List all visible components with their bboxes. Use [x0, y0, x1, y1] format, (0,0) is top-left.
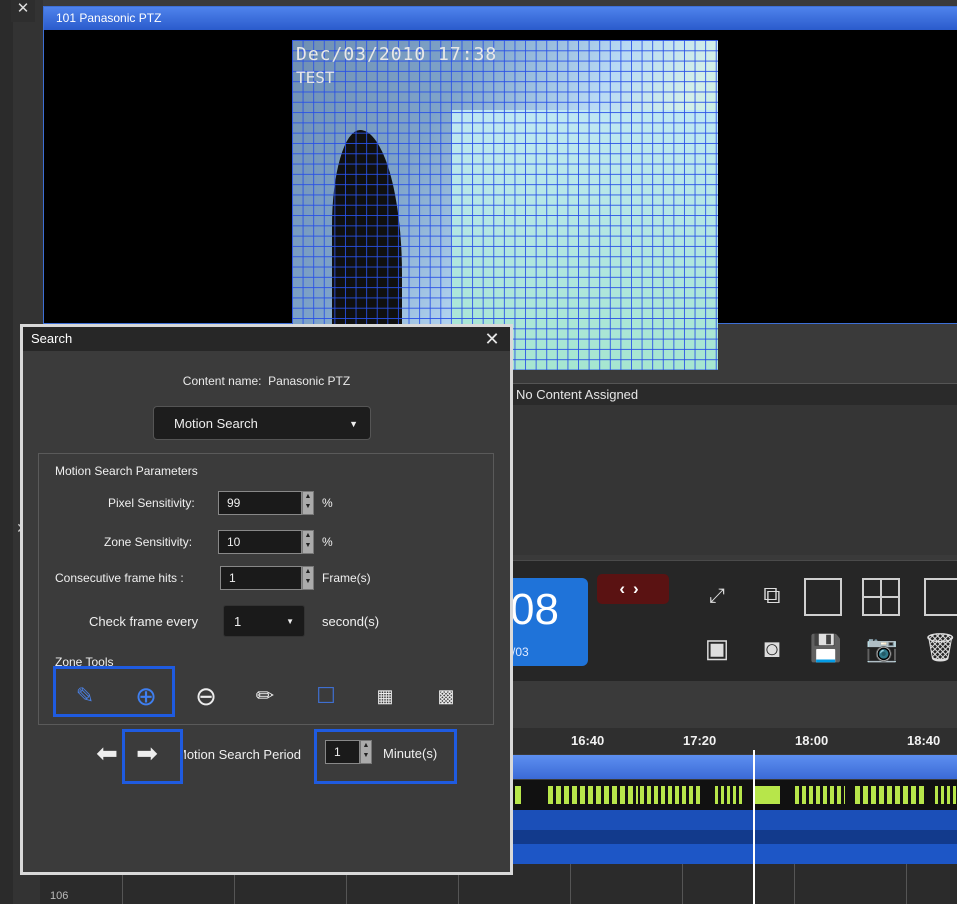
zone-unit: % — [322, 535, 333, 549]
trash-icon[interactable]: 🗑 — [920, 628, 957, 668]
params-title: Motion Search Parameters — [55, 464, 198, 478]
search-type-value: Motion Search — [174, 416, 258, 431]
timeline-cursor[interactable] — [753, 750, 755, 904]
add-zone-icon[interactable]: ⊕ — [130, 680, 162, 712]
chevron-down-icon: ▼ — [349, 419, 358, 429]
content-name: Content name: Panasonic PTZ — [0, 374, 533, 388]
pixel-sensitivity-label: Pixel Sensitivity: — [108, 496, 195, 510]
layout-1x1-icon[interactable] — [804, 578, 842, 616]
second-view-title: No Content Assigned — [510, 383, 957, 405]
pixel-unit: % — [322, 496, 333, 510]
close-icon[interactable]: ✕ — [480, 327, 504, 351]
check-frame-dropdown[interactable]: 1 ▼ — [223, 605, 305, 637]
content-name-value: Panasonic PTZ — [268, 374, 351, 388]
layout-2x2-icon[interactable] — [862, 578, 900, 616]
zone-sensitivity-stepper[interactable]: ▲ ▼ — [302, 530, 314, 554]
timeline-tick: 17:20 — [683, 733, 717, 748]
remove-zone-icon[interactable]: ⊖ — [190, 680, 222, 712]
timeline-tick: 18:40 — [907, 733, 941, 748]
grid-line — [682, 864, 683, 904]
clock-date: /03 — [512, 645, 529, 659]
timeline-track[interactable] — [510, 830, 957, 844]
check-frame-unit: second(s) — [322, 614, 380, 629]
fill-grid-icon[interactable]: ▩ — [430, 680, 462, 712]
grid-line — [570, 864, 571, 904]
video-frame[interactable] — [292, 40, 718, 370]
period-stepper[interactable]: ▲ ▼ — [360, 740, 372, 764]
zone-sensitivity-label: Zone Sensitivity: — [104, 535, 193, 549]
period-label: Motion Search Period — [176, 747, 302, 762]
period-unit: Minute(s) — [383, 746, 438, 761]
grid-line — [906, 864, 907, 904]
period-input[interactable]: 1 — [325, 740, 360, 764]
check-frame-label: Check frame every — [89, 614, 199, 629]
second-view[interactable] — [510, 405, 957, 555]
draw-zone-icon[interactable]: ✎ — [69, 680, 101, 712]
osd-label: TEST — [296, 68, 335, 87]
consecutive-unit: Frame(s) — [322, 571, 371, 585]
arrow-left-icon[interactable]: ⬅ — [92, 738, 122, 768]
select-rect-icon[interactable]: ☐ — [310, 680, 342, 712]
invert-grid-icon[interactable]: ▦ — [369, 680, 401, 712]
arrow-right-icon[interactable]: ➡ — [132, 738, 162, 768]
left-strip — [0, 0, 14, 904]
consecutive-input[interactable]: 1 — [220, 566, 302, 590]
camera-title: 101 Panasonic PTZ — [44, 7, 957, 30]
film-icon[interactable]: ◙ — [752, 628, 792, 668]
timeline-track[interactable] — [510, 810, 957, 830]
prev-next-button[interactable]: ‹› — [597, 574, 669, 604]
grid-line — [794, 864, 795, 904]
timeline-row-label: 106 — [50, 890, 69, 902]
save-disk-icon[interactable]: 💾 — [806, 628, 846, 668]
motion-track[interactable] — [510, 780, 957, 810]
swap-layout-icon[interactable]: ⧉ — [752, 576, 792, 616]
close-icon[interactable]: ✕ — [11, 0, 35, 22]
dialog-title: Search — [23, 327, 510, 351]
osd-timestamp: Dec/03/2010 17:38 — [296, 44, 498, 65]
timeline-tick: 18:00 — [795, 733, 829, 748]
chevron-down-icon: ▼ — [286, 617, 294, 626]
pencil-icon[interactable]: ✏ — [249, 680, 281, 712]
consecutive-label: Consecutive frame hits : — [55, 571, 184, 585]
zone-sensitivity-input[interactable]: 10 — [218, 530, 302, 554]
content-name-label: Content name: — [182, 374, 262, 388]
motion-zone-grid[interactable] — [292, 40, 718, 370]
timeline-track[interactable] — [510, 755, 957, 779]
pixel-sensitivity-input[interactable]: 99 — [218, 491, 302, 515]
pixel-sensitivity-stepper[interactable]: ▲ ▼ — [302, 491, 314, 515]
timeline-track[interactable] — [510, 844, 957, 864]
camera-snapshot-icon[interactable]: 📷 — [862, 628, 902, 668]
check-frame-value: 1 — [234, 614, 242, 629]
layout-more-icon[interactable] — [924, 578, 957, 616]
timeline-tick: 16:40 — [571, 733, 605, 748]
search-type-dropdown[interactable]: Motion Search ▼ — [153, 406, 371, 440]
film-export-icon[interactable]: ▣ — [697, 628, 737, 668]
clock-time: 08 — [510, 585, 559, 634]
consecutive-stepper[interactable]: ▲ ▼ — [302, 566, 314, 590]
fullscreen-icon[interactable]: ⤢ — [697, 576, 737, 616]
